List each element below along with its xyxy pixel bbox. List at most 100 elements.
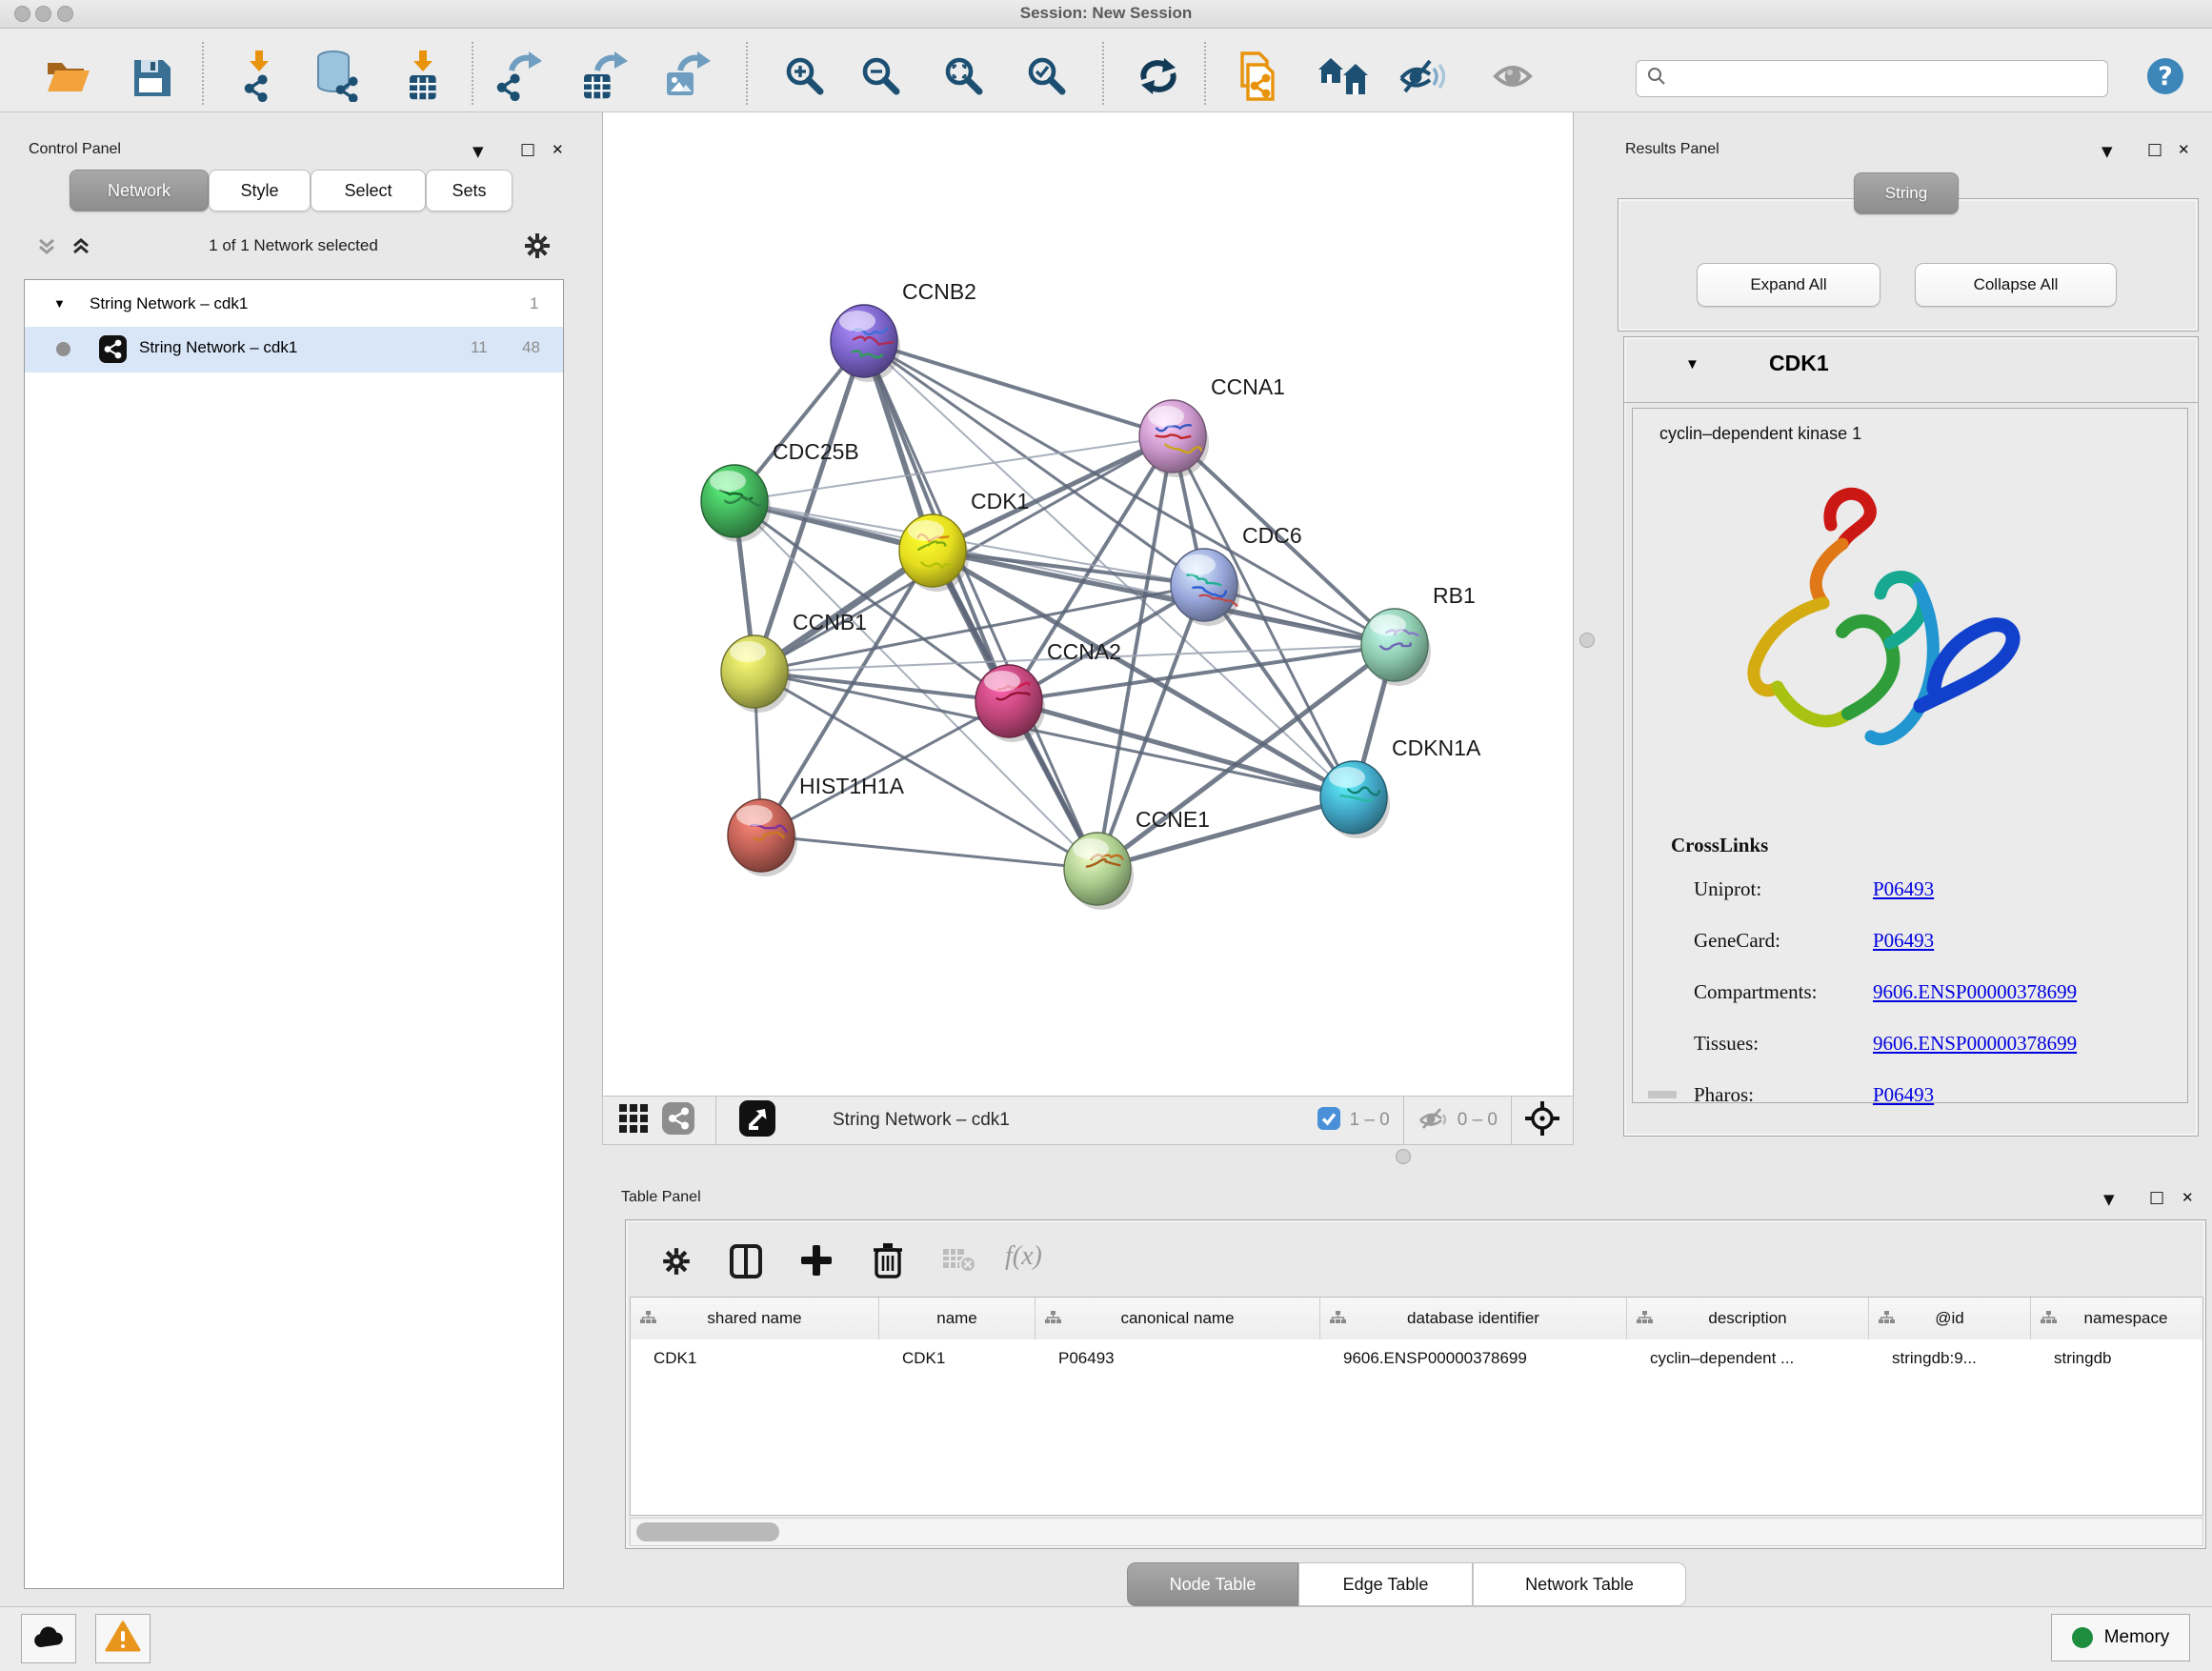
function-builder-icon[interactable]: f(x) [1005,1241,1042,1272]
close-panel-icon[interactable]: ✕ [552,141,564,158]
expand-all-networks-icon[interactable] [69,234,93,264]
crosslink-label: Uniprot: [1694,877,1761,901]
export-image-icon[interactable] [660,49,715,104]
float-panel-icon[interactable]: □ [520,140,535,159]
show-all-icon[interactable] [1487,49,1542,104]
close-panel-icon[interactable]: ✕ [2178,141,2190,158]
table-cell[interactable]: 9606.ENSP00000378699 [1320,1339,1627,1378]
delete-table-icon[interactable] [942,1247,976,1278]
tab-network-table[interactable]: Network Table [1473,1562,1686,1606]
collapse-panel-icon[interactable]: ▼ [473,143,484,160]
crosslink-row: Compartments:9606.ENSP00000378699 [1633,971,2189,1022]
collapse-all-button[interactable]: Collapse All [1915,263,2117,307]
gene-details-box: ▼ CDK1 cyclin–dependent kinase 1 CrossLi… [1623,336,2199,1137]
cloud-status-button[interactable] [21,1614,76,1663]
float-panel-icon[interactable]: □ [2149,1188,2164,1207]
save-session-icon[interactable] [123,49,178,104]
hidden-eye-icon[interactable] [1418,1104,1450,1137]
network-edge-CCNB1-CCNA2[interactable] [754,672,1009,701]
network-node-HIST1H1A[interactable]: HIST1H1A [728,774,905,876]
search-box[interactable] [1636,60,2108,97]
collapse-panel-icon[interactable]: ▼ [2101,143,2113,160]
zoom-out-icon[interactable] [854,49,909,104]
inner-scrollbar-thumb[interactable] [1648,1091,1677,1098]
import-table-icon[interactable] [395,49,451,104]
add-column-icon[interactable] [799,1243,834,1282]
zoom-in-icon[interactable] [777,49,833,104]
tab-string-results[interactable]: String [1854,172,1959,214]
table-cell[interactable]: stringdb [2031,1339,2203,1378]
show-columns-icon[interactable] [729,1243,763,1284]
network-node-CCNB2[interactable]: CCNB2 [831,279,976,382]
network-edge-CCNA2-HIST1H1A[interactable] [761,701,1009,836]
gene-collapse-icon[interactable]: ▼ [1685,356,1699,372]
import-network-file-icon[interactable] [232,49,288,104]
crosslink-link[interactable]: 9606.ENSP00000378699 [1873,1032,2077,1056]
crosslink-link[interactable]: P06493 [1873,929,1934,953]
tab-network[interactable]: Network [70,170,209,211]
svg-text:?: ? [2158,62,2173,91]
table-cell[interactable]: P06493 [1036,1339,1320,1378]
tree-expand-icon[interactable]: ▼ [53,296,66,311]
birdseye-view-icon[interactable] [739,1100,775,1141]
float-panel-icon[interactable]: □ [2147,140,2162,159]
hide-selected-icon[interactable] [1394,49,1449,104]
cytoscape-window: Session: New Session ? Control Panel [0,0,2212,1671]
column-header--id[interactable]: @id [1869,1298,2031,1339]
help-icon[interactable]: ? [2138,49,2193,104]
column-header-database-identifier[interactable]: database identifier [1320,1298,1627,1339]
table-settings-gear-icon[interactable] [660,1245,693,1282]
network-options-gear-icon[interactable] [522,231,553,266]
horizontal-splitter-handle[interactable] [1396,1149,1411,1164]
crosslink-link[interactable]: P06493 [1873,877,1934,901]
export-network-icon[interactable] [492,49,547,104]
column-header-shared-name[interactable]: shared name [631,1298,879,1339]
table-cell[interactable]: CDK1 [631,1339,879,1378]
new-network-from-selection-icon[interactable] [1228,49,1283,104]
column-header-name[interactable]: name [879,1298,1036,1339]
scrollbar-thumb[interactable] [636,1522,779,1541]
export-table-icon[interactable] [577,49,633,104]
import-network-database-icon[interactable] [310,49,365,104]
table-cell[interactable]: cyclin–dependent ... [1627,1339,1869,1378]
zoom-selected-icon[interactable] [1019,49,1075,104]
network-collection-row[interactable]: ▼ String Network – cdk1 1 [25,285,563,327]
crosslink-link[interactable]: P06493 [1873,1083,1934,1107]
network-edge-CCNB2-CCNA1[interactable] [864,341,1173,436]
grid-mode-icon[interactable] [618,1103,649,1138]
network-node-CDKN1A[interactable]: CDKN1A [1320,735,1481,838]
tab-sets[interactable]: Sets [426,170,513,211]
table-cell[interactable]: CDK1 [879,1339,1036,1378]
collapse-all-networks-icon[interactable] [34,234,59,264]
tab-style[interactable]: Style [209,170,311,211]
network-node-CCNA1[interactable]: CCNA1 [1139,374,1285,477]
collapse-panel-icon[interactable]: ▼ [2103,1191,2115,1208]
tab-edge-table[interactable]: Edge Table [1298,1562,1473,1606]
zoom-fit-icon[interactable] [936,49,992,104]
strip-separator [1403,1096,1404,1145]
network-row-selected[interactable]: String Network – cdk1 11 48 [25,327,563,372]
tab-node-table[interactable]: Node Table [1127,1562,1298,1606]
search-input[interactable] [1667,70,2107,89]
tab-select[interactable]: Select [311,170,426,211]
open-session-icon[interactable] [41,49,96,104]
table-hscrollbar[interactable] [630,1518,2203,1546]
network-canvas[interactable]: CCNB2 CCNA1 CDC25B CDK1 CDC6 [602,112,1574,1096]
network-view-share-icon[interactable] [662,1102,694,1139]
warning-status-button[interactable] [95,1614,151,1663]
network-edge-CDK1-RB1[interactable] [933,551,1395,645]
apply-layout-icon[interactable] [1131,49,1186,104]
table-cell[interactable]: stringdb:9... [1869,1339,2031,1378]
first-neighbors-icon[interactable] [1316,49,1371,104]
column-header-description[interactable]: description [1627,1298,1869,1339]
center-view-crosshair-icon[interactable] [1523,1099,1561,1142]
column-header-namespace[interactable]: namespace [2031,1298,2203,1339]
close-panel-icon[interactable]: ✕ [2182,1189,2194,1206]
selected-nodes-checkbox[interactable] [1317,1106,1341,1136]
delete-column-trash-icon[interactable] [872,1241,904,1284]
expand-all-button[interactable]: Expand All [1697,263,1880,307]
column-header-canonical-name[interactable]: canonical name [1036,1298,1320,1339]
crosslink-link[interactable]: 9606.ENSP00000378699 [1873,980,2077,1004]
memory-button[interactable]: Memory [2051,1614,2190,1661]
network-node-RB1[interactable]: RB1 [1361,583,1476,686]
